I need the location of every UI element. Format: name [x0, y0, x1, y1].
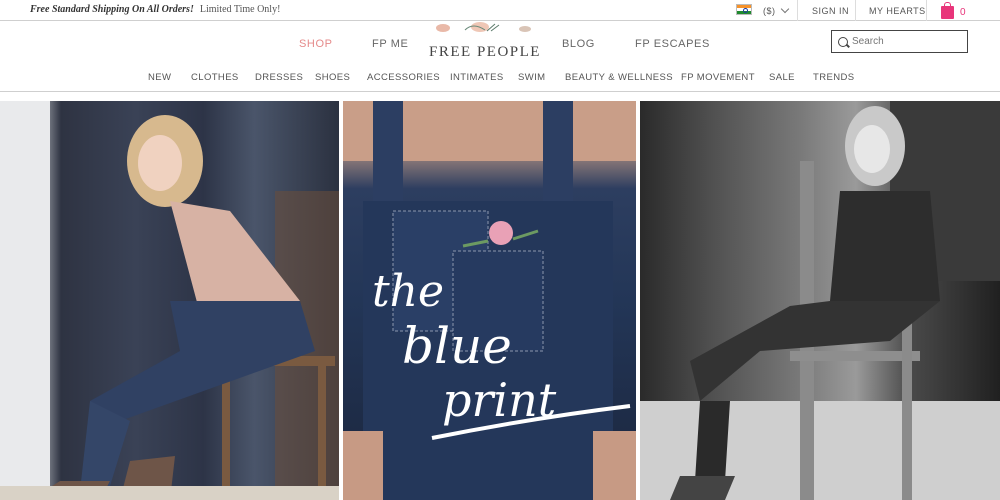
- chevron-down-icon: [780, 4, 789, 14]
- nav-fp-escapes[interactable]: FP ESCAPES: [635, 38, 710, 50]
- category-trends[interactable]: TRENDS: [813, 72, 854, 83]
- promo-shipping-text: Free Standard Shipping On All Orders!: [30, 4, 194, 15]
- model-seated-illustration: [0, 101, 339, 500]
- divider: [855, 0, 856, 21]
- search-input[interactable]: [852, 36, 952, 47]
- logo-text: FREE PEOPLE: [429, 44, 541, 60]
- free-people-logo[interactable]: FREE PEOPLE: [420, 22, 550, 62]
- cart-button[interactable]: 0: [941, 2, 966, 19]
- hero-image-left[interactable]: [0, 101, 339, 500]
- cart-count: 0: [960, 7, 966, 18]
- my-hearts-link[interactable]: MY HEARTS: [869, 0, 926, 21]
- the-blue-print-headline: the blue print: [372, 266, 631, 440]
- category-swim[interactable]: SWIM: [518, 72, 545, 83]
- currency-label: ($): [763, 5, 776, 16]
- headline-line-2: blue: [402, 317, 512, 375]
- category-dresses[interactable]: DRESSES: [255, 72, 303, 83]
- search-box[interactable]: [831, 30, 968, 53]
- model-seated-bw-illustration: [640, 101, 1000, 500]
- category-new[interactable]: NEW: [148, 72, 171, 83]
- category-intimates[interactable]: INTIMATES: [450, 72, 504, 83]
- promo-limited-text: Limited Time Only!: [199, 4, 281, 15]
- category-nav: NEW CLOTHES DRESSES SHOES ACCESSORIES IN…: [0, 69, 1000, 87]
- nav-fp-me[interactable]: FP ME: [372, 38, 408, 50]
- sign-in-link[interactable]: SIGN IN: [812, 0, 849, 21]
- headline-line-1: the: [372, 266, 444, 317]
- nav-blog[interactable]: BLOG: [562, 38, 595, 50]
- category-sale[interactable]: SALE: [769, 72, 795, 83]
- site-header: SHOP FP ME FREE PEOPLE BLOG FP ESCAPES N…: [0, 22, 1000, 92]
- currency-selector[interactable]: ($): [763, 0, 789, 21]
- promo-text: Free Standard Shipping On All Orders! Lim…: [30, 4, 280, 15]
- shopping-bag-icon: [941, 2, 954, 19]
- category-beauty-wellness[interactable]: BEAUTY & WELLNESS: [565, 72, 673, 83]
- category-clothes[interactable]: CLOTHES: [191, 72, 239, 83]
- category-accessories[interactable]: ACCESSORIES: [367, 72, 440, 83]
- hero-image-right[interactable]: [640, 101, 1000, 500]
- nav-shop[interactable]: SHOP: [299, 38, 333, 50]
- floral-ornament-icon: [436, 22, 531, 32]
- india-flag-icon[interactable]: [736, 4, 752, 15]
- promo-bar: Free Standard Shipping On All Orders! Lim…: [0, 0, 1000, 21]
- category-fp-movement[interactable]: FP MOVEMENT: [681, 72, 755, 83]
- divider: [797, 0, 798, 21]
- category-shoes[interactable]: SHOES: [315, 72, 350, 83]
- search-icon[interactable]: [838, 36, 848, 47]
- divider: [926, 0, 927, 21]
